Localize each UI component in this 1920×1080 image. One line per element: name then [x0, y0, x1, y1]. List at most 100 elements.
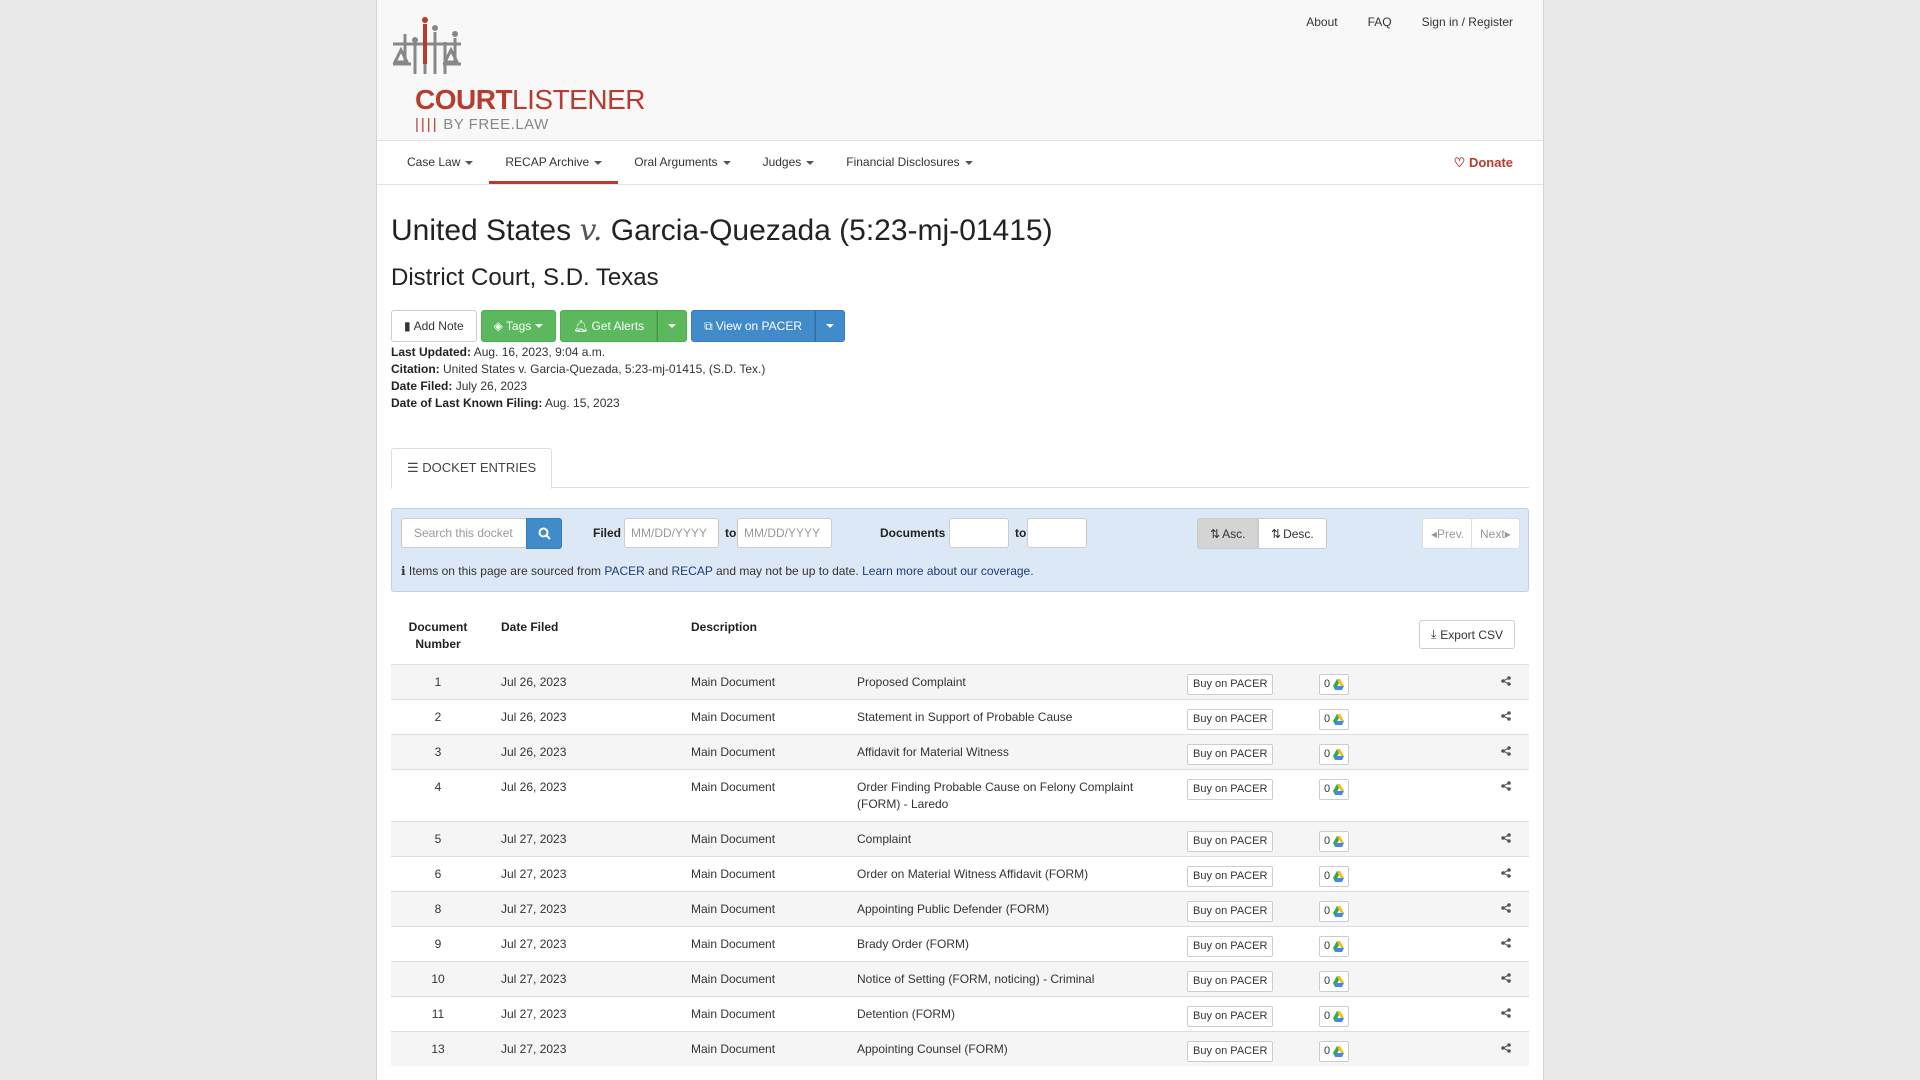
- action-buttons: ▮ Add Note ◈ Tags 🔔︎ Get Alerts ⧉ View on PA…: [391, 310, 1529, 342]
- table-row: 13 Jul 27, 2023 Main Document Appointing Co…: [391, 1031, 1529, 1066]
- document-number: 11: [431, 1007, 445, 1021]
- court-name: District Court, S.D. Texas: [391, 264, 659, 291]
- share-icon[interactable]: [1501, 902, 1511, 916]
- main-document-link[interactable]: Main Document: [691, 1042, 775, 1056]
- list-icon: ☰: [407, 460, 419, 475]
- buy-on-pacer-button[interactable]: Buy on PACER: [1187, 674, 1274, 695]
- recap-link[interactable]: RECAP: [672, 564, 713, 578]
- main-document-link[interactable]: Main Document: [691, 867, 775, 881]
- pacer-link[interactable]: PACER: [604, 564, 644, 578]
- nav-recap-archive[interactable]: RECAP Archive: [489, 141, 619, 184]
- faq-link[interactable]: FAQ: [1368, 15, 1392, 29]
- share-icon[interactable]: [1501, 1007, 1511, 1021]
- bell-icon: 🔔︎: [573, 319, 589, 333]
- coverage-link[interactable]: Learn more about our coverage.: [862, 564, 1033, 578]
- tag-count-button[interactable]: 0: [1319, 866, 1350, 887]
- get-alerts-button[interactable]: 🔔︎ Get Alerts: [560, 310, 658, 342]
- main-document-link[interactable]: Main Document: [691, 675, 775, 689]
- date-filed-cell: Jul 27, 2023: [501, 972, 567, 986]
- filed-from-input[interactable]: MM/DD/YYYY: [624, 518, 719, 548]
- tag-count-button[interactable]: 0: [1319, 831, 1350, 852]
- nav-case-law[interactable]: Case Law: [391, 141, 489, 184]
- search-docket-input[interactable]: Search this docket: [401, 518, 527, 548]
- prev-page-button[interactable]: ◂ Prev.: [1422, 518, 1474, 549]
- tags-button[interactable]: ◈ Tags: [480, 310, 557, 342]
- tag-count-button[interactable]: 0: [1319, 971, 1350, 992]
- filed-label: Filed: [593, 526, 622, 540]
- main-document-link[interactable]: Main Document: [691, 780, 775, 794]
- buy-on-pacer-button[interactable]: Buy on PACER: [1187, 901, 1274, 922]
- documents-label: Documents: [880, 526, 946, 540]
- main-document-link[interactable]: Main Document: [691, 832, 775, 846]
- share-icon[interactable]: [1501, 937, 1511, 951]
- view-pacer-dropdown[interactable]: [815, 310, 846, 342]
- sign-in-link[interactable]: Sign in / Register: [1422, 15, 1513, 29]
- date-filed-cell: Jul 26, 2023: [501, 745, 567, 759]
- google-drive-icon: [1333, 1011, 1345, 1022]
- buy-on-pacer-button[interactable]: Buy on PACER: [1187, 936, 1274, 957]
- share-icon[interactable]: [1501, 710, 1511, 724]
- nav-financial-disclosures[interactable]: Financial Disclosures: [830, 141, 988, 184]
- buy-on-pacer-button[interactable]: Buy on PACER: [1187, 1041, 1274, 1062]
- buy-on-pacer-button[interactable]: Buy on PACER: [1187, 831, 1274, 852]
- table-row: 4 Jul 26, 2023 Main Document Order Finding …: [391, 769, 1529, 821]
- tag-count-button[interactable]: 0: [1319, 709, 1350, 730]
- courtlistener-logo[interactable]: COURTLISTENER |||| BY FREE.LAW: [391, 14, 651, 134]
- filed-to-input[interactable]: MM/DD/YYYY: [737, 518, 832, 548]
- share-icon[interactable]: [1501, 832, 1511, 846]
- main-document-link[interactable]: Main Document: [691, 937, 775, 951]
- share-icon[interactable]: [1501, 867, 1511, 881]
- google-drive-icon: [1333, 836, 1345, 847]
- tag-count-button[interactable]: 0: [1319, 901, 1350, 922]
- add-note-button[interactable]: ▮ Add Note: [391, 310, 477, 342]
- documents-to-input[interactable]: [1027, 518, 1087, 548]
- tag-count-button[interactable]: 0: [1319, 744, 1350, 765]
- main-document-link[interactable]: Main Document: [691, 972, 775, 986]
- buy-on-pacer-button[interactable]: Buy on PACER: [1187, 709, 1274, 730]
- get-alerts-dropdown[interactable]: [657, 310, 688, 342]
- tag-count-button[interactable]: 0: [1319, 936, 1350, 957]
- next-page-button[interactable]: Next ▸: [1471, 518, 1520, 549]
- share-icon[interactable]: [1501, 675, 1511, 689]
- header-description: Description: [691, 620, 758, 634]
- nav-judges[interactable]: Judges: [747, 141, 831, 184]
- share-icon[interactable]: [1501, 1042, 1511, 1056]
- documents-to-label: to: [1015, 526, 1027, 540]
- sort-asc-button[interactable]: ⇅ Asc.: [1197, 518, 1259, 549]
- search-button[interactable]: [526, 518, 562, 549]
- share-icon[interactable]: [1501, 780, 1511, 794]
- buy-on-pacer-button[interactable]: Buy on PACER: [1187, 744, 1274, 765]
- download-icon: ⤓: [1430, 627, 1437, 641]
- sort-desc-button[interactable]: ⇅ Desc.: [1258, 518, 1327, 549]
- main-document-link[interactable]: Main Document: [691, 1007, 775, 1021]
- buy-on-pacer-button[interactable]: Buy on PACER: [1187, 971, 1274, 992]
- table-row: 11 Jul 27, 2023 Main Document Detention (FO…: [391, 996, 1529, 1031]
- main-content: United States v. Garcia-Quezada (5:23-mj…: [377, 213, 1543, 1066]
- export-csv-button[interactable]: ⤓ Export CSV: [1418, 620, 1515, 649]
- donate-link[interactable]: ♡ Donate: [1454, 141, 1513, 185]
- share-icon[interactable]: [1501, 745, 1511, 759]
- google-drive-icon: [1333, 871, 1345, 882]
- view-on-pacer-button[interactable]: ⧉ View on PACER: [691, 310, 816, 342]
- date-filed-cell: Jul 27, 2023: [501, 1042, 567, 1056]
- date-filed-cell: Jul 27, 2023: [501, 937, 567, 951]
- tag-count-button[interactable]: 0: [1319, 1041, 1350, 1062]
- tag-count-button[interactable]: 0: [1319, 779, 1350, 800]
- main-document-link[interactable]: Main Document: [691, 745, 775, 759]
- nav-oral-arguments[interactable]: Oral Arguments: [618, 141, 746, 184]
- share-icon[interactable]: [1501, 972, 1511, 986]
- table-row: 6 Jul 27, 2023 Main Document Order on Mater…: [391, 856, 1529, 891]
- buy-on-pacer-button[interactable]: Buy on PACER: [1187, 866, 1274, 887]
- tag-count-button[interactable]: 0: [1319, 674, 1350, 695]
- tag-count-button[interactable]: 0: [1319, 1006, 1350, 1027]
- document-number: 4: [434, 780, 442, 794]
- about-link[interactable]: About: [1306, 15, 1337, 29]
- sort-desc-icon: ⇅: [1271, 526, 1282, 541]
- documents-from-input[interactable]: [949, 518, 1009, 548]
- tab-docket-entries[interactable]: ☰ DOCKET ENTRIES: [391, 448, 553, 489]
- date-filed-cell: Jul 27, 2023: [501, 902, 567, 916]
- main-document-link[interactable]: Main Document: [691, 902, 775, 916]
- buy-on-pacer-button[interactable]: Buy on PACER: [1187, 1006, 1274, 1027]
- main-document-link[interactable]: Main Document: [691, 710, 775, 724]
- buy-on-pacer-button[interactable]: Buy on PACER: [1187, 779, 1274, 800]
